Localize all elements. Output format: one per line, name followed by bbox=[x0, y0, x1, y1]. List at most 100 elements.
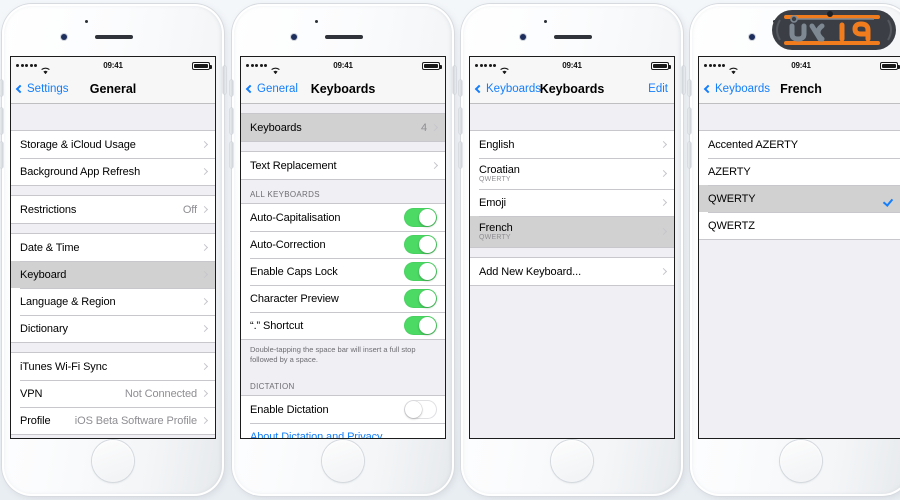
table-row[interactable]: Emoji bbox=[470, 189, 674, 216]
table-row[interactable]: English bbox=[470, 131, 674, 158]
toggle-switch[interactable] bbox=[404, 235, 437, 254]
table-row[interactable]: Keyboards 4 bbox=[241, 114, 445, 141]
row-label: Keyboard bbox=[20, 268, 67, 281]
status-bar-time: 09:41 bbox=[791, 61, 811, 70]
table-row[interactable]: Auto-Correction bbox=[241, 231, 445, 258]
toggle-switch[interactable] bbox=[404, 316, 437, 335]
phone-top-hardware bbox=[2, 4, 224, 56]
nav-back-label: Keyboards bbox=[486, 82, 541, 95]
voldn-button[interactable] bbox=[688, 142, 691, 168]
row-value: Off bbox=[182, 203, 197, 216]
nav-back-button[interactable]: Keyboards bbox=[474, 82, 541, 95]
table-row[interactable]: Storage & iCloud Usage bbox=[11, 131, 215, 158]
section-spacer bbox=[11, 186, 215, 195]
mute-button[interactable] bbox=[0, 80, 3, 96]
table-row[interactable]: About Dictation and Privacy... bbox=[241, 423, 445, 438]
screen-content: English Croatian QWERTY Emoji French QWERTY Ad… bbox=[470, 104, 674, 438]
nav-back-button[interactable]: Settings bbox=[15, 82, 69, 95]
persian-logo-watermark bbox=[770, 6, 898, 52]
section-spacer bbox=[241, 104, 445, 113]
table-row[interactable]: Text Replacement bbox=[241, 152, 445, 179]
row-label: QWERTZ bbox=[708, 219, 755, 232]
table-row[interactable]: AZERTY bbox=[699, 158, 900, 185]
screenshot-stage: 09:41 Settings General Storage & iCloud Usa… bbox=[0, 0, 900, 500]
table-row[interactable]: Dictionary bbox=[11, 315, 215, 342]
row-sublabel: QWERTY bbox=[479, 176, 511, 183]
toggle-switch[interactable] bbox=[404, 289, 437, 308]
voldn-button[interactable] bbox=[0, 142, 3, 168]
volup-button[interactable] bbox=[688, 108, 691, 134]
chevron-right-icon bbox=[659, 140, 668, 149]
power-button[interactable] bbox=[453, 66, 456, 94]
phone-keyboards-settings: 09:41 General Keyboards Keyboards 4 Text Repl… bbox=[230, 4, 456, 496]
voldn-button[interactable] bbox=[230, 142, 233, 168]
table-row[interactable]: “.” Shortcut bbox=[241, 312, 445, 339]
table-row[interactable]: Add New Keyboard... bbox=[470, 258, 674, 285]
toggle-switch[interactable] bbox=[404, 400, 437, 420]
table-row[interactable]: Auto-Capitalisation bbox=[241, 204, 445, 231]
table-row[interactable]: Enable Dictation bbox=[241, 396, 445, 424]
status-bar: 09:41 bbox=[11, 57, 215, 74]
table-row[interactable]: Date & Time bbox=[11, 234, 215, 261]
list-group: iTunes Wi-Fi Sync VPN Not Connected Profile… bbox=[11, 352, 215, 435]
section-spacer bbox=[11, 224, 215, 233]
volup-button[interactable] bbox=[230, 108, 233, 134]
table-row[interactable]: QWERTZ bbox=[699, 212, 900, 239]
home-button[interactable] bbox=[780, 440, 822, 482]
power-button[interactable] bbox=[223, 66, 226, 94]
nav-back-label: Settings bbox=[27, 82, 69, 95]
list-group: Auto-Capitalisation Auto-Correction Enable… bbox=[241, 203, 445, 340]
volup-button[interactable] bbox=[459, 108, 462, 134]
table-row[interactable]: Background App Refresh bbox=[11, 158, 215, 185]
navigation-bar: Keyboards Keyboards Edit bbox=[470, 74, 674, 104]
table-row[interactable]: VPN Not Connected bbox=[11, 380, 215, 407]
table-row[interactable]: iTunes Wi-Fi Sync bbox=[11, 353, 215, 380]
chevron-left-icon bbox=[245, 84, 255, 93]
row-label: iTunes Wi-Fi Sync bbox=[20, 360, 108, 373]
volup-button[interactable] bbox=[0, 108, 3, 134]
proximity-sensor-icon bbox=[749, 34, 755, 40]
row-label: Keyboards bbox=[250, 121, 302, 134]
table-row[interactable]: Character Preview bbox=[241, 285, 445, 312]
front-camera-icon bbox=[85, 20, 88, 23]
table-row[interactable]: Keyboard bbox=[11, 261, 215, 288]
nav-back-button[interactable]: Keyboards bbox=[703, 83, 770, 95]
row-label: Date & Time bbox=[20, 241, 80, 254]
home-button[interactable] bbox=[322, 440, 364, 482]
row-label: Auto-Capitalisation bbox=[250, 211, 341, 224]
section-spacer bbox=[699, 104, 900, 130]
toggle-switch[interactable] bbox=[404, 208, 437, 227]
section-spacer bbox=[11, 343, 215, 352]
chevron-right-icon bbox=[200, 362, 209, 371]
section-header: ALL KEYBOARDS bbox=[241, 180, 445, 203]
list-group: Add New Keyboard... bbox=[470, 257, 674, 286]
phone-top-hardware bbox=[461, 4, 683, 56]
voldn-button[interactable] bbox=[459, 142, 462, 168]
row-value: Not Connected bbox=[124, 387, 197, 400]
power-button[interactable] bbox=[682, 66, 685, 94]
table-row[interactable]: Enable Caps Lock bbox=[241, 258, 445, 285]
proximity-sensor-icon bbox=[61, 34, 67, 40]
edit-button[interactable]: Edit bbox=[648, 83, 668, 95]
row-label: Enable Dictation bbox=[250, 403, 329, 416]
table-row[interactable]: Profile iOS Beta Software Profile bbox=[11, 407, 215, 434]
section-spacer bbox=[241, 142, 445, 151]
mute-button[interactable] bbox=[688, 80, 691, 96]
table-row[interactable]: QWERTY bbox=[699, 185, 900, 212]
status-bar-time: 09:41 bbox=[562, 61, 582, 70]
home-button[interactable] bbox=[92, 440, 134, 482]
table-row[interactable]: Croatian QWERTY bbox=[470, 158, 674, 189]
toggle-switch[interactable] bbox=[404, 262, 437, 281]
chevron-right-icon bbox=[200, 140, 209, 149]
chevron-right-icon bbox=[200, 389, 209, 398]
table-row[interactable]: Accented AZERTY bbox=[699, 131, 900, 158]
mute-button[interactable] bbox=[230, 80, 233, 96]
list-group: Keyboards 4 bbox=[241, 113, 445, 142]
table-row[interactable]: French QWERTY bbox=[470, 216, 674, 247]
nav-back-button[interactable]: General bbox=[245, 83, 298, 95]
table-row[interactable]: Language & Region bbox=[11, 288, 215, 315]
row-label: Character Preview bbox=[250, 292, 339, 305]
mute-button[interactable] bbox=[459, 80, 462, 96]
table-row[interactable]: Restrictions Off bbox=[11, 196, 215, 223]
home-button[interactable] bbox=[551, 440, 593, 482]
